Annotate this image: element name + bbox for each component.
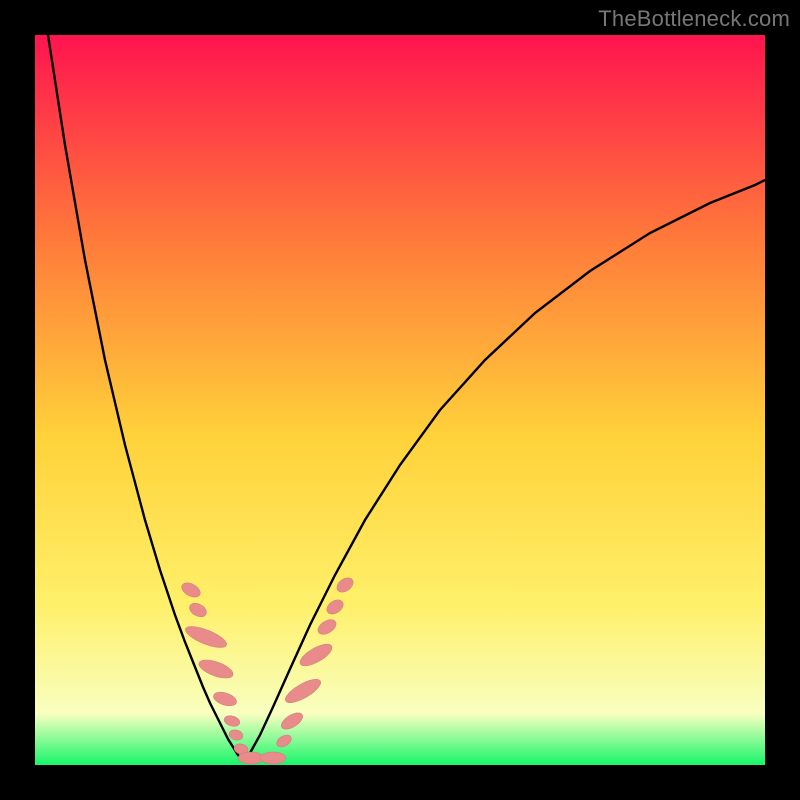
chart-frame: TheBottleneck.com bbox=[0, 0, 800, 800]
plot-area bbox=[35, 35, 765, 765]
plot-svg bbox=[35, 35, 765, 765]
marker-lozenge bbox=[260, 752, 286, 764]
watermark-text: TheBottleneck.com bbox=[598, 6, 790, 32]
plot-background bbox=[35, 35, 765, 765]
